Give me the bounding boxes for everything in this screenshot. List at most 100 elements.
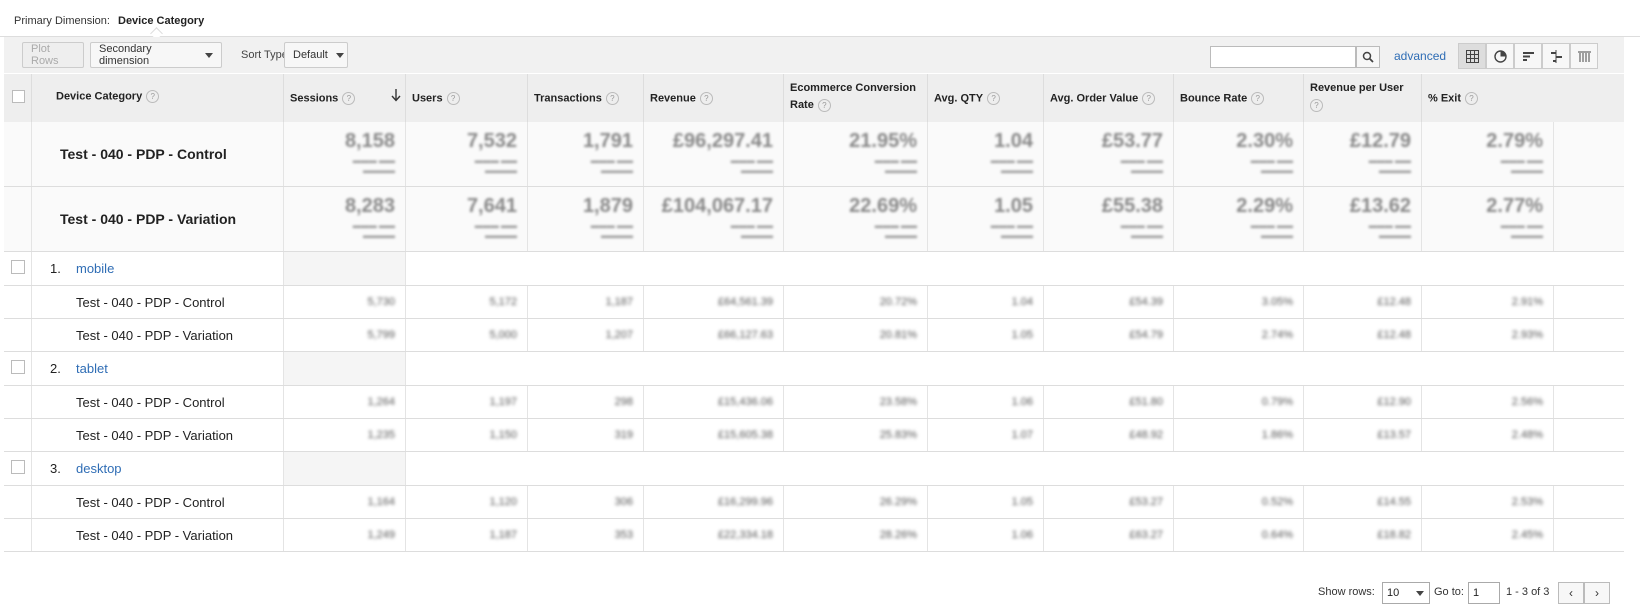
pie-view-button[interactable] (1486, 43, 1514, 69)
goto-input[interactable]: 1 (1468, 582, 1500, 604)
total-subtext: ▬▬▬ ▬▬ ▬▬▬▬ (874, 221, 917, 240)
metric-value: 1.07 (1011, 428, 1033, 441)
col-label: Revenue (650, 92, 696, 105)
col-label: Users (412, 92, 443, 105)
cell-avg-order-value: £51.80 (1044, 386, 1174, 418)
row-lead-cell (4, 386, 32, 418)
cell-sessions: 1,164 (284, 486, 406, 518)
cell-revenue-per-user: £13.62 ▬▬▬ ▬▬ ▬▬▬▬ (1304, 187, 1422, 251)
help-icon[interactable]: ? (699, 92, 713, 105)
search-button[interactable] (1356, 46, 1380, 68)
device-category-link[interactable]: desktop (76, 461, 122, 476)
select-all-checkbox[interactable] (12, 90, 25, 103)
cell-bounce-rate: 2.74% (1174, 319, 1304, 351)
group-spacer-cell (284, 252, 406, 285)
metric-value: 25.83% (879, 428, 917, 441)
primary-dimension-value[interactable]: Device Category (118, 15, 204, 27)
metric-value: £64,561.39 (717, 295, 773, 308)
help-icon[interactable]: ? (1310, 98, 1323, 112)
show-rows-select[interactable]: 10 (1382, 582, 1430, 604)
secondary-dimension-dropdown[interactable]: Secondary dimension (90, 42, 222, 68)
row-checkbox[interactable] (11, 360, 25, 374)
cell-sessions: 1,235 (284, 419, 406, 451)
chevron-left-icon: ‹ (1569, 586, 1573, 600)
pivot-view-button[interactable] (1570, 43, 1598, 69)
col-sessions[interactable]: Sessions? (284, 74, 406, 122)
total-subtext: ▬▬▬ ▬▬ ▬▬▬▬ (352, 221, 395, 240)
totals-row: Test - 040 - PDP - Variation 8,283 ▬▬▬ ▬▬ ▬… (4, 187, 1624, 252)
col-label: % Exit (1428, 92, 1462, 105)
total-subtext: ▬▬▬ ▬▬ ▬▬▬▬ (990, 156, 1033, 175)
table-view-button[interactable] (1458, 43, 1486, 69)
metric-value: 0.79% (1261, 395, 1293, 408)
metric-value: £53.77 (1101, 130, 1163, 152)
help-icon[interactable]: ? (1465, 92, 1479, 105)
bar-icon (1522, 51, 1534, 61)
metric-value: 1,187 (489, 528, 517, 541)
col-revenue[interactable]: Revenue? (644, 74, 784, 122)
cell-avg-qty: 1.06 (928, 519, 1044, 551)
help-icon[interactable]: ? (146, 90, 160, 103)
total-subtext: ▬▬▬ ▬▬ ▬▬▬▬ (990, 221, 1033, 240)
metric-value: £55.38 (1101, 195, 1163, 217)
device-category-link[interactable]: tablet (76, 361, 108, 376)
help-icon[interactable]: ? (987, 92, 1001, 105)
help-icon[interactable]: ? (605, 92, 619, 105)
show-rows-label: Show rows: (1318, 586, 1375, 598)
comparison-view-button[interactable] (1542, 43, 1570, 69)
metric-value: £18.82 (1377, 528, 1411, 541)
bar-view-button[interactable] (1514, 43, 1542, 69)
row-checkbox[interactable] (11, 460, 25, 474)
col-avg-qty[interactable]: Avg. QTY? (928, 74, 1044, 122)
row-checkbox[interactable] (11, 260, 25, 274)
total-subtext: ▬▬▬ ▬▬ ▬▬▬▬ (474, 221, 517, 240)
table-search-input[interactable] (1210, 46, 1356, 68)
col-bounce-rate[interactable]: Bounce Rate? (1174, 74, 1304, 122)
help-icon[interactable]: ? (1251, 92, 1265, 105)
cell-avg-qty: 1.05 (928, 319, 1044, 351)
total-subtext: ▬▬▬ ▬▬ ▬▬▬▬ (474, 156, 517, 175)
cell-revenue: £104,067.17 ▬▬▬ ▬▬ ▬▬▬▬ (644, 187, 784, 251)
cell-revenue-per-user: £13.57 (1304, 419, 1422, 451)
segment-row: Test - 040 - PDP - Control 1,164 1,120 306 £… (4, 486, 1624, 519)
metric-value: 1,197 (489, 395, 517, 408)
advanced-link[interactable]: advanced (1394, 49, 1446, 63)
col-avg-order-value[interactable]: Avg. Order Value? (1044, 74, 1174, 122)
cell-avg-qty: 1.07 (928, 419, 1044, 451)
help-icon[interactable]: ? (342, 92, 356, 105)
cell-users: 1,187 (406, 519, 528, 551)
cell-sessions: 8,158 ▬▬▬ ▬▬ ▬▬▬▬ (284, 122, 406, 186)
col-transactions[interactable]: Transactions? (528, 74, 644, 122)
help-icon[interactable]: ? (446, 92, 460, 105)
cell-avg-qty: 1.05 (928, 486, 1044, 518)
segment-name: Test - 040 - PDP - Variation (60, 210, 237, 227)
segment-name: Test - 040 - PDP - Control (60, 145, 227, 162)
col-revenue-per-user[interactable]: Revenue per User? (1304, 74, 1422, 122)
col-device-category[interactable]: Device Category? (32, 74, 284, 122)
metric-value: 8,283 (344, 195, 395, 217)
col-users[interactable]: Users? (406, 74, 528, 122)
next-page-button[interactable]: › (1584, 582, 1610, 604)
metric-value: 3.05% (1261, 295, 1293, 308)
metric-value: £63.27 (1129, 528, 1163, 541)
cell-conversion-rate: 20.72% (784, 286, 928, 318)
device-category-link[interactable]: mobile (76, 261, 114, 276)
sort-type-dropdown[interactable]: Default (284, 42, 348, 68)
cell-exit: 2.45% (1422, 519, 1554, 551)
cell-revenue-per-user: £14.55 (1304, 486, 1422, 518)
help-icon[interactable]: ? (817, 98, 831, 112)
col-ecommerce-conversion-rate[interactable]: Ecommerce Conversion Rate? (784, 74, 928, 122)
metric-value: 1.04 (1011, 295, 1033, 308)
plot-rows-button[interactable]: Plot Rows (22, 42, 84, 68)
segment-name: Test - 040 - PDP - Variation (76, 528, 234, 543)
col-exit[interactable]: % Exit? (1422, 74, 1554, 122)
totals-row: Test - 040 - PDP - Control 8,158 ▬▬▬ ▬▬ ▬▬▬… (4, 122, 1624, 187)
metric-value: 1,207 (605, 328, 633, 341)
metric-value: 2.45% (1511, 528, 1543, 541)
help-icon[interactable]: ? (1142, 92, 1156, 105)
chevron-down-icon (205, 52, 213, 58)
prev-page-button[interactable]: ‹ (1558, 582, 1584, 604)
metric-value: 319 (614, 428, 633, 441)
segment-row: Test - 040 - PDP - Variation 1,249 1,187 35… (4, 519, 1624, 552)
metric-value: 7,532 (466, 130, 517, 152)
